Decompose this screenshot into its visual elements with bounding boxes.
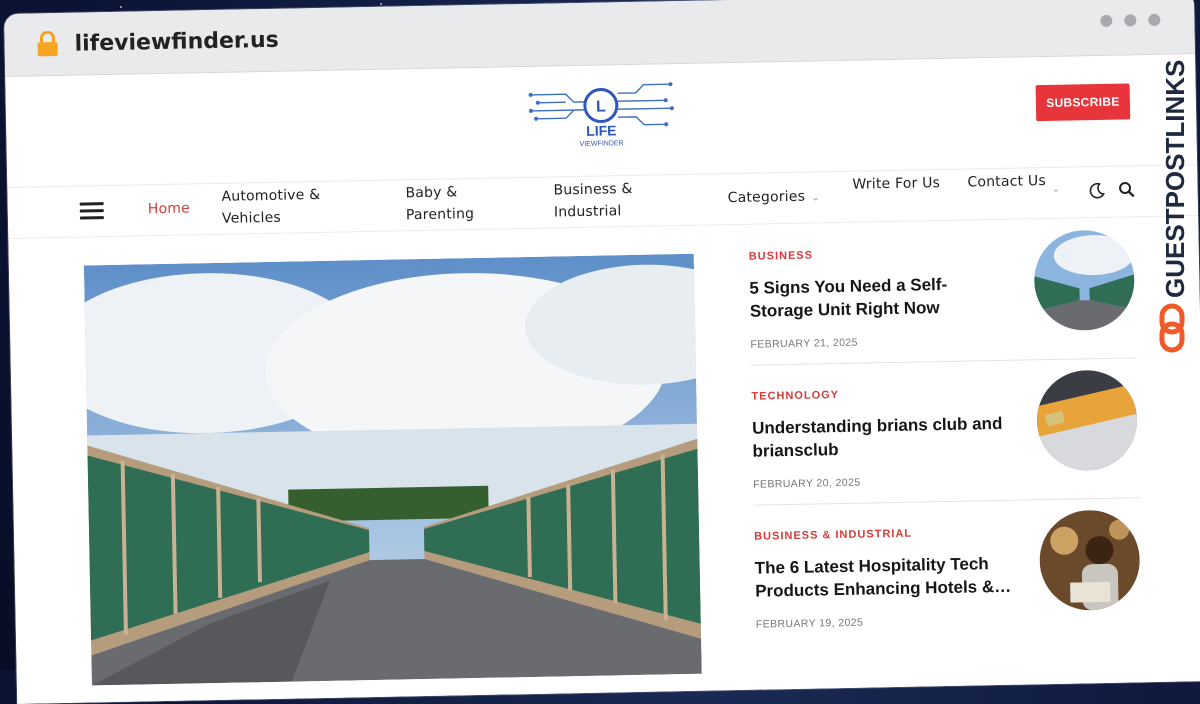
logo-subtext: VIEWFINDER	[580, 140, 624, 148]
logo-text: LIFE	[586, 122, 617, 139]
lock-icon	[37, 30, 58, 57]
link-icon	[1159, 303, 1185, 353]
featured-image-storage-units[interactable]	[83, 253, 702, 686]
nav-item-business[interactable]: Business & Industrial	[553, 177, 664, 223]
post-thumbnail[interactable]	[1033, 229, 1136, 332]
chevron-down-icon: ⌄	[811, 192, 820, 204]
nav-item-automotive[interactable]: Automotive & Vehicles	[221, 183, 352, 229]
window-dot[interactable]	[1124, 14, 1137, 27]
subscribe-button[interactable]: SUBSCRIBE	[1035, 83, 1131, 122]
post-card[interactable]: BUSINESS & INDUSTRIAL The 6 Latest Hospi…	[754, 509, 1156, 651]
nav-item-categories[interactable]: Categories ⌄	[727, 185, 820, 211]
main-content: BUSINESS 5 Signs You Need a Self-Storage…	[8, 216, 1200, 704]
search-icon[interactable]	[1117, 180, 1135, 198]
window-controls	[1100, 13, 1161, 27]
post-category[interactable]: TECHNOLOGY	[751, 389, 839, 403]
post-title[interactable]: 5 Signs You Need a Self-Storage Unit Rig…	[749, 272, 1010, 323]
post-title[interactable]: Understanding brians club and briansclub	[752, 412, 1013, 463]
chevron-down-icon: ⌄	[1051, 183, 1061, 195]
nav-item-categories-label: Categories	[727, 188, 806, 207]
post-date: FEBRUARY 21, 2025	[750, 336, 858, 351]
watermark-text: GUESTPOSTLINKS	[1160, 60, 1190, 298]
post-category[interactable]: BUSINESS	[749, 250, 813, 263]
url-text[interactable]: lifeviewfinder.us	[74, 28, 279, 57]
post-card[interactable]: BUSINESS 5 Signs You Need a Self-Storage…	[749, 229, 1151, 371]
logo-letter: L	[596, 98, 606, 115]
guestpostlinks-watermark: GUESTPOSTLINKS	[1159, 60, 1190, 353]
post-thumbnail[interactable]	[1036, 369, 1138, 472]
nav-item-write-for-us[interactable]: Write For Us	[852, 172, 942, 196]
browser-window: lifeviewfinder.us L LIFE VIEWFINDER SUBS…	[4, 0, 1200, 704]
menu-icon[interactable]	[79, 202, 104, 220]
window-dot[interactable]	[1100, 14, 1113, 27]
window-dot[interactable]	[1148, 13, 1161, 27]
nav-item-baby-parenting[interactable]: Baby & Parenting	[405, 180, 516, 226]
post-category[interactable]: BUSINESS & INDUSTRIAL	[754, 528, 912, 543]
post-card[interactable]: TECHNOLOGY Understanding brians club and…	[751, 369, 1153, 511]
post-date: FEBRUARY 19, 2025	[755, 616, 864, 631]
nav-item-home[interactable]: Home	[148, 197, 191, 220]
moon-icon[interactable]	[1087, 181, 1105, 199]
post-title[interactable]: The 6 Latest Hospitality Tech Products E…	[755, 552, 1016, 603]
site-logo[interactable]: L LIFE VIEWFINDER	[525, 72, 677, 155]
post-date: FEBRUARY 20, 2025	[753, 476, 861, 491]
post-thumbnail[interactable]	[1038, 509, 1141, 612]
nav-item-contact[interactable]: Contact Us	[967, 170, 1047, 194]
